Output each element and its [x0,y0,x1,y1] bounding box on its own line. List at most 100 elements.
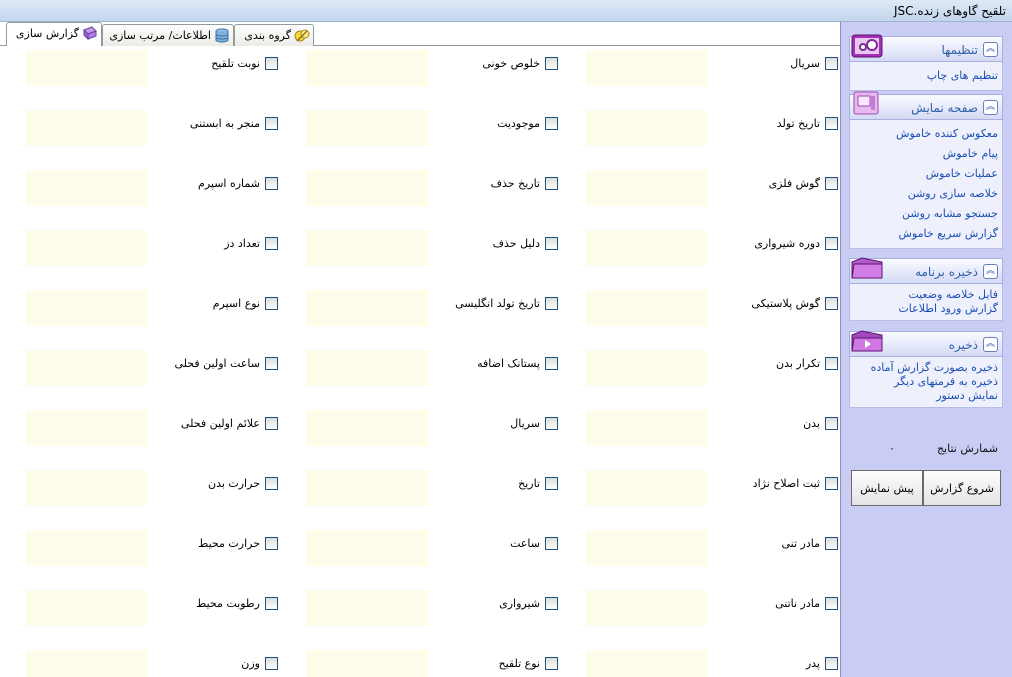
display-option-link[interactable]: جستجو مشابه روشن [852,204,998,224]
section-program-save: ذخیره برنامه ︽ فایل خلاصه وضعیت گزارش ور… [849,257,1003,321]
field-checkbox[interactable] [545,297,558,310]
tab-info-sort[interactable]: اطلاعات/ مرتب سازی [102,24,234,46]
display-option-link[interactable]: پیام خاموش [852,144,998,164]
tab-label: گروه بندی [244,29,291,42]
field-label: شماره اسپرم [198,177,260,190]
field-checkbox[interactable] [265,117,278,130]
section-header[interactable]: ذخیره برنامه ︽ [849,257,1003,284]
field-checkbox[interactable] [825,477,838,490]
field-checkbox[interactable] [265,297,278,310]
field-checkbox[interactable] [825,657,838,670]
section-body: تنظیم های چاپ [849,62,1003,91]
field-checkbox[interactable] [545,657,558,670]
field-option: شماره اسپرم [108,175,278,195]
tab-label: گزارش سازی [15,27,79,40]
save-other-format-link[interactable]: ذخیره به فرمتهای دیگر [852,375,998,389]
section-title: صفحه نمایش [911,101,978,115]
field-label: ساعت [510,537,540,550]
field-checkbox[interactable] [825,237,838,250]
field-checkbox[interactable] [265,537,278,550]
settings-icon [851,32,883,60]
show-command-link[interactable]: نمایش دستور [852,389,998,403]
field-checkbox[interactable] [545,417,558,430]
tab-report-builder[interactable]: گزارش سازی [6,22,102,47]
section-title: ذخیره برنامه [915,265,978,279]
section-title: ذخیره [948,338,978,352]
field-option: گوش فلزی [668,175,838,195]
field-label: تاریخ [518,477,540,490]
field-checkbox[interactable] [825,297,838,310]
section-display: صفحه نمایش ︽ معکوس کننده خاموش پیام خامو… [849,91,1003,249]
print-settings-link[interactable]: تنظیم های چاپ [852,66,998,86]
field-checkbox[interactable] [825,57,838,70]
status-summary-file-link[interactable]: فایل خلاصه وضعیت [852,288,998,302]
field-label: بدن [803,417,820,430]
field-option: پستانک اضافه [388,355,558,375]
field-option: علائم اولین فحلی [108,415,278,435]
field-label: پدر [805,657,820,670]
chevron-up-icon[interactable]: ︽ [983,42,998,57]
section-header[interactable]: تنظیمها ︽ [849,34,1003,62]
field-checkbox[interactable] [825,177,838,190]
field-option: سریال [388,415,558,435]
field-checkbox[interactable] [545,597,558,610]
section-save: ذخیره ︽ ذخیره بصورت گزارش آماده ذخیره به… [849,330,1003,408]
data-entry-report-link[interactable]: گزارش ورود اطلاعات [852,302,998,316]
field-checkbox[interactable] [265,597,278,610]
field-option: نوع اسپرم [108,295,278,315]
field-option: گوش پلاستیکی [668,295,838,315]
field-checkbox[interactable] [265,177,278,190]
field-option: موجودیت [388,115,558,135]
field-checkbox[interactable] [545,177,558,190]
field-checkbox[interactable] [545,57,558,70]
field-checkbox[interactable] [825,417,838,430]
field-checkbox[interactable] [545,477,558,490]
field-label: مادر تنی [781,537,821,550]
field-checkbox[interactable] [545,357,558,370]
field-checkbox[interactable] [825,537,838,550]
section-header[interactable]: ذخیره ︽ [849,330,1003,357]
save-folder-icon [851,327,883,355]
side-panel: تنظیمها ︽ تنظیم های چاپ صفحه نمایش ︽ معک… [840,22,1012,677]
display-option-link[interactable]: خلاصه سازی روشن [852,184,998,204]
field-checkbox[interactable] [825,357,838,370]
start-report-button[interactable]: شروع گزارش [923,470,1001,506]
chevron-up-icon[interactable]: ︽ [983,337,998,352]
field-checkbox[interactable] [825,117,838,130]
display-option-link[interactable]: معکوس کننده خاموش [852,124,998,144]
field-label: خلوص خونی [482,57,540,70]
tab-grouping[interactable]: گروه بندی [234,24,314,46]
field-checkbox[interactable] [265,417,278,430]
field-checkbox[interactable] [545,537,558,550]
field-label: نوع اسپرم [212,297,260,310]
field-option: شیرواری [388,595,558,615]
field-checkbox[interactable] [265,237,278,250]
display-option-link[interactable]: گزارش سریع خاموش [852,224,998,244]
field-checkbox[interactable] [545,237,558,250]
field-checkbox[interactable] [265,57,278,70]
display-option-link[interactable]: عملیات خاموش [852,164,998,184]
field-option: مادر تنی [668,535,838,555]
field-label: حرارت محیط [198,537,260,550]
field-label: نوبت تلقیح [211,57,260,70]
field-label: رطوبت محیط [196,597,260,610]
field-label: علائم اولین فحلی [180,417,260,430]
folder-icon [851,254,883,282]
field-checkbox[interactable] [265,357,278,370]
save-as-report-link[interactable]: ذخیره بصورت گزارش آماده [852,361,998,375]
section-title: تنظیمها [941,43,978,57]
field-label: سریال [510,417,540,430]
field-option: بدن [668,415,838,435]
field-checkbox[interactable] [265,657,278,670]
preview-button[interactable]: پیش نمایش [851,470,923,506]
field-checkbox[interactable] [265,477,278,490]
chevron-up-icon[interactable]: ︽ [983,100,998,115]
field-label: سریال [790,57,820,70]
field-option: ساعت [388,535,558,555]
field-checkbox[interactable] [545,117,558,130]
chevron-up-icon[interactable]: ︽ [983,264,998,279]
section-header[interactable]: صفحه نمایش ︽ [849,91,1003,120]
field-option: ثبت اصلاح نژاد [668,475,838,495]
field-checkbox[interactable] [825,597,838,610]
field-option: پدر [668,655,838,675]
